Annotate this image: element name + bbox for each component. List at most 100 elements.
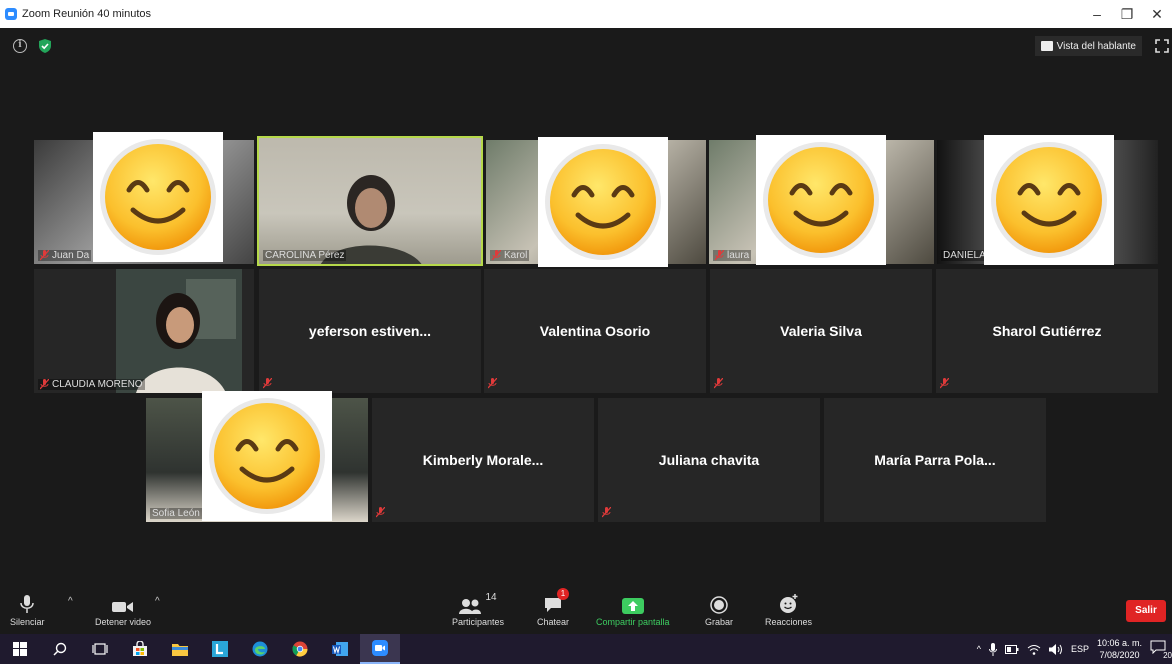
chat-label: Chatear bbox=[537, 617, 570, 627]
mic-muted-icon bbox=[492, 250, 501, 261]
battery-icon[interactable] bbox=[1004, 644, 1019, 654]
participant-name: María Parra Pola... bbox=[874, 452, 996, 468]
record-icon bbox=[710, 596, 728, 614]
wifi-icon[interactable] bbox=[1027, 644, 1041, 655]
security-shield-icon[interactable] bbox=[37, 38, 53, 54]
zoom-logo-icon bbox=[5, 8, 17, 20]
mic-muted-icon bbox=[40, 379, 49, 390]
input-language[interactable]: ESP bbox=[1071, 644, 1089, 654]
window-title: Zoom Reunión 40 minutos bbox=[22, 8, 152, 20]
participant-tile[interactable]: yeferson estiven... bbox=[259, 269, 481, 393]
share-screen-label: Compartir pantalla bbox=[596, 617, 670, 627]
chrome-browser-icon[interactable] bbox=[280, 634, 320, 664]
task-view-icon[interactable] bbox=[80, 634, 120, 664]
mic-muted-icon bbox=[40, 250, 49, 261]
participant-name: CAROLINA Pérez bbox=[263, 250, 347, 261]
participant-name: laura bbox=[713, 250, 752, 261]
participant-name: CLAUDIA MORENO bbox=[38, 379, 145, 390]
reactions-label: Reacciones bbox=[765, 617, 813, 627]
mute-label: Silenciar bbox=[10, 617, 45, 627]
participant-tile[interactable]: Valentina Osorio bbox=[484, 269, 706, 393]
participant-tile[interactable]: CLAUDIA MORENO bbox=[34, 269, 254, 393]
edge-browser-icon[interactable] bbox=[240, 634, 280, 664]
smiley-emoji-overlay bbox=[538, 137, 668, 267]
zoom-taskbar-icon[interactable] bbox=[360, 634, 400, 664]
microphone-icon bbox=[20, 595, 34, 613]
meeting-area: i Vista del hablante Juan Da CAROLINA Pé… bbox=[0, 28, 1172, 588]
mic-muted-icon bbox=[376, 507, 385, 518]
speaker-volume-icon[interactable] bbox=[1048, 643, 1063, 655]
mic-muted-icon bbox=[263, 378, 272, 389]
audio-options-chevron-icon[interactable]: ^ bbox=[68, 596, 73, 607]
participant-name: Sharol Gutiérrez bbox=[992, 323, 1102, 339]
fullscreen-icon[interactable] bbox=[1155, 39, 1169, 53]
stop-video-button[interactable]: Detener video bbox=[95, 592, 151, 627]
smiley-emoji-overlay bbox=[93, 132, 223, 262]
system-tray: ^ ESP 10:06 a. m. 7/08/2020 20 bbox=[977, 634, 1172, 664]
participants-icon bbox=[459, 599, 482, 614]
participant-tile-active-speaker[interactable]: CAROLINA Pérez bbox=[257, 136, 483, 266]
restore-icon[interactable]: ❐ bbox=[1112, 6, 1142, 23]
participant-name: Sofia León bbox=[150, 508, 202, 519]
mic-muted-icon bbox=[940, 378, 949, 389]
participant-tile[interactable]: Sharol Gutiérrez bbox=[936, 269, 1158, 393]
word-icon[interactable] bbox=[320, 634, 360, 664]
participant-video bbox=[116, 269, 242, 393]
mic-muted-icon bbox=[714, 378, 723, 389]
mic-muted-icon bbox=[715, 250, 724, 261]
speaker-view-button[interactable]: Vista del hablante bbox=[1034, 36, 1142, 56]
l-app-icon[interactable] bbox=[200, 634, 240, 664]
mic-muted-icon bbox=[602, 507, 611, 518]
participant-name: DANIELA bbox=[941, 250, 988, 261]
participant-name: Karol bbox=[490, 250, 530, 261]
smiley-emoji-overlay bbox=[756, 135, 886, 265]
share-screen-icon bbox=[621, 598, 644, 614]
info-icon[interactable]: i bbox=[13, 39, 27, 53]
show-hidden-icons-chevron-icon[interactable]: ^ bbox=[977, 644, 981, 654]
participant-name: Kimberly Morale... bbox=[422, 452, 544, 468]
mute-button[interactable]: Silenciar bbox=[10, 592, 45, 627]
smiley-emoji-overlay bbox=[984, 135, 1114, 265]
search-icon[interactable] bbox=[40, 634, 80, 664]
video-options-chevron-icon[interactable]: ^ bbox=[155, 596, 160, 607]
meeting-toolbar: Silenciar ^ Detener video ^ 14 Participa… bbox=[0, 588, 1172, 634]
windows-start-icon[interactable] bbox=[0, 634, 40, 664]
clock[interactable]: 10:06 a. m. 7/08/2020 bbox=[1097, 637, 1142, 661]
participants-button[interactable]: 14 Participantes bbox=[452, 592, 504, 627]
store-icon[interactable] bbox=[120, 634, 160, 664]
reactions-button[interactable]: Reacciones bbox=[765, 592, 812, 627]
speaker-view-label: Vista del hablante bbox=[1056, 40, 1136, 52]
participant-tile[interactable]: María Parra Pola... bbox=[824, 398, 1046, 522]
minimize-icon[interactable]: – bbox=[1082, 6, 1112, 22]
mic-muted-icon bbox=[488, 378, 497, 389]
share-screen-button[interactable]: Compartir pantalla bbox=[596, 592, 670, 627]
zoom-window: Zoom Reunión 40 minutos – ❐ ✕ i Vista de… bbox=[0, 0, 1172, 664]
file-explorer-icon[interactable] bbox=[160, 634, 200, 664]
reaction-add-icon bbox=[779, 594, 798, 613]
participant-video bbox=[321, 175, 422, 264]
record-button[interactable]: Grabar bbox=[705, 592, 733, 627]
leave-meeting-button[interactable]: Salir bbox=[1126, 600, 1166, 622]
notifications-button[interactable]: 20 bbox=[1150, 640, 1172, 660]
participant-name: yeferson estiven... bbox=[308, 323, 432, 339]
chat-button[interactable]: 1 Chatear bbox=[537, 588, 570, 627]
participants-count: 14 bbox=[485, 592, 497, 603]
participant-name: Juan Da bbox=[38, 250, 92, 261]
smiley-emoji-overlay bbox=[202, 391, 332, 521]
speaker-view-icon bbox=[1040, 41, 1053, 51]
clock-time: 10:06 a. m. bbox=[1096, 638, 1142, 648]
microphone-tray-icon[interactable] bbox=[988, 642, 997, 656]
participant-tile[interactable]: Kimberly Morale... bbox=[372, 398, 594, 522]
participant-name: Juliana chavita bbox=[658, 452, 760, 468]
participant-tile[interactable]: Valeria Silva bbox=[710, 269, 932, 393]
close-icon[interactable]: ✕ bbox=[1142, 6, 1172, 23]
participant-name: Valentina Osorio bbox=[539, 323, 651, 339]
video-camera-icon bbox=[112, 602, 134, 612]
participant-tile[interactable]: Juliana chavita bbox=[598, 398, 820, 522]
stop-video-label: Detener video bbox=[95, 617, 152, 627]
notification-count: 20 bbox=[1163, 651, 1172, 660]
participant-name: Valeria Silva bbox=[780, 323, 862, 339]
clock-date: 7/08/2020 bbox=[1099, 650, 1140, 660]
chat-unread-badge: 1 bbox=[557, 588, 570, 600]
title-bar: Zoom Reunión 40 minutos – ❐ ✕ bbox=[0, 0, 1172, 28]
